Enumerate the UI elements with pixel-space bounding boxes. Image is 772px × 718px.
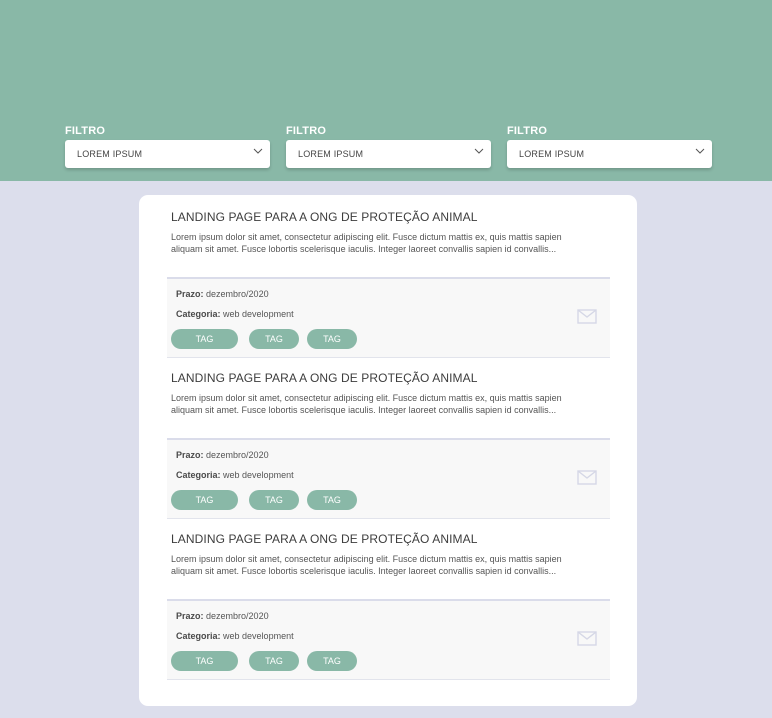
category-label: Categoria: <box>176 470 221 480</box>
project-description: Lorem ipsum dolor sit amet, consectetur … <box>171 554 562 576</box>
project-title[interactable]: LANDING PAGE PARA A ONG DE PROTEÇÃO ANIM… <box>167 532 610 547</box>
tag[interactable]: TAG <box>171 651 238 671</box>
project-meta: Prazo: dezembro/2020 Categoria: web deve… <box>167 438 610 519</box>
project-card[interactable]: LANDING PAGE PARA A ONG DE PROTEÇÃO ANIM… <box>167 532 610 680</box>
filter-label: FILTRO <box>65 125 106 137</box>
tag[interactable]: TAG <box>307 651 357 671</box>
category-line: Categoria: web development <box>176 631 294 642</box>
tag[interactable]: TAG <box>171 490 238 510</box>
filter-label: FILTRO <box>507 125 548 137</box>
deadline-line: Prazo: dezembro/2020 <box>176 289 269 300</box>
chevron-down-icon <box>695 148 705 154</box>
filter-1: FILTRO LOREM IPSUM <box>65 124 270 168</box>
project-meta: Prazo: dezembro/2020 Categoria: web deve… <box>167 599 610 680</box>
tag[interactable]: TAG <box>307 329 357 349</box>
chevron-down-icon <box>474 148 484 154</box>
filter-select-value: LOREM IPSUM <box>298 149 364 159</box>
filter-2: FILTRO LOREM IPSUM <box>286 124 491 168</box>
deadline-value: dezembro/2020 <box>206 289 269 299</box>
filter-header: FILTRO LOREM IPSUM FILTRO LOREM IPSUM FI… <box>0 0 772 181</box>
tag[interactable]: TAG <box>249 329 299 349</box>
project-meta: Prazo: dezembro/2020 Categoria: web deve… <box>167 277 610 358</box>
mail-icon[interactable] <box>577 631 597 646</box>
project-list-panel: LANDING PAGE PARA A ONG DE PROTEÇÃO ANIM… <box>139 195 637 706</box>
project-card[interactable]: LANDING PAGE PARA A ONG DE PROTEÇÃO ANIM… <box>167 371 610 519</box>
category-value: web development <box>223 470 294 480</box>
deadline-value: dezembro/2020 <box>206 450 269 460</box>
mail-icon[interactable] <box>577 470 597 485</box>
filter-select[interactable]: LOREM IPSUM <box>286 140 491 168</box>
category-line: Categoria: web development <box>176 470 294 481</box>
deadline-value: dezembro/2020 <box>206 611 269 621</box>
deadline-label: Prazo: <box>176 611 204 621</box>
category-value: web development <box>223 631 294 641</box>
project-description: Lorem ipsum dolor sit amet, consectetur … <box>171 232 562 254</box>
category-value: web development <box>223 309 294 319</box>
filter-select-value: LOREM IPSUM <box>77 149 143 159</box>
category-line: Categoria: web development <box>176 309 294 320</box>
deadline-label: Prazo: <box>176 450 204 460</box>
filter-label: FILTRO <box>286 125 327 137</box>
tag[interactable]: TAG <box>249 490 299 510</box>
filter-select[interactable]: LOREM IPSUM <box>507 140 712 168</box>
category-label: Categoria: <box>176 309 221 319</box>
tag[interactable]: TAG <box>171 329 238 349</box>
deadline-line: Prazo: dezembro/2020 <box>176 450 269 461</box>
deadline-label: Prazo: <box>176 289 204 299</box>
deadline-line: Prazo: dezembro/2020 <box>176 611 269 622</box>
category-label: Categoria: <box>176 631 221 641</box>
tag[interactable]: TAG <box>249 651 299 671</box>
project-card[interactable]: LANDING PAGE PARA A ONG DE PROTEÇÃO ANIM… <box>167 210 610 358</box>
mail-icon[interactable] <box>577 309 597 324</box>
project-description: Lorem ipsum dolor sit amet, consectetur … <box>171 393 562 415</box>
tag[interactable]: TAG <box>307 490 357 510</box>
project-title[interactable]: LANDING PAGE PARA A ONG DE PROTEÇÃO ANIM… <box>167 210 610 225</box>
filter-select-value: LOREM IPSUM <box>519 149 585 159</box>
project-title[interactable]: LANDING PAGE PARA A ONG DE PROTEÇÃO ANIM… <box>167 371 610 386</box>
filter-3: FILTRO LOREM IPSUM <box>507 124 712 168</box>
filter-select[interactable]: LOREM IPSUM <box>65 140 270 168</box>
chevron-down-icon <box>253 148 263 154</box>
